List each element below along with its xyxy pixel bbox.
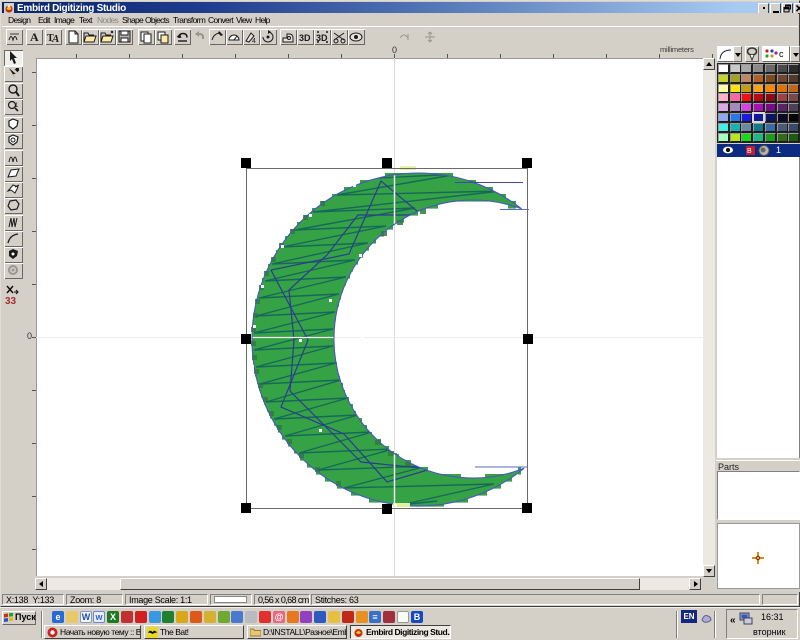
svg-text:c: c <box>779 49 784 59</box>
svg-text:A: A <box>51 33 59 44</box>
svg-text:B: B <box>747 148 752 155</box>
svg-text:1: 1 <box>15 103 19 109</box>
svg-text:4: 4 <box>252 38 256 44</box>
svg-text:A: A <box>30 30 39 44</box>
svg-text:3D: 3D <box>299 33 311 43</box>
